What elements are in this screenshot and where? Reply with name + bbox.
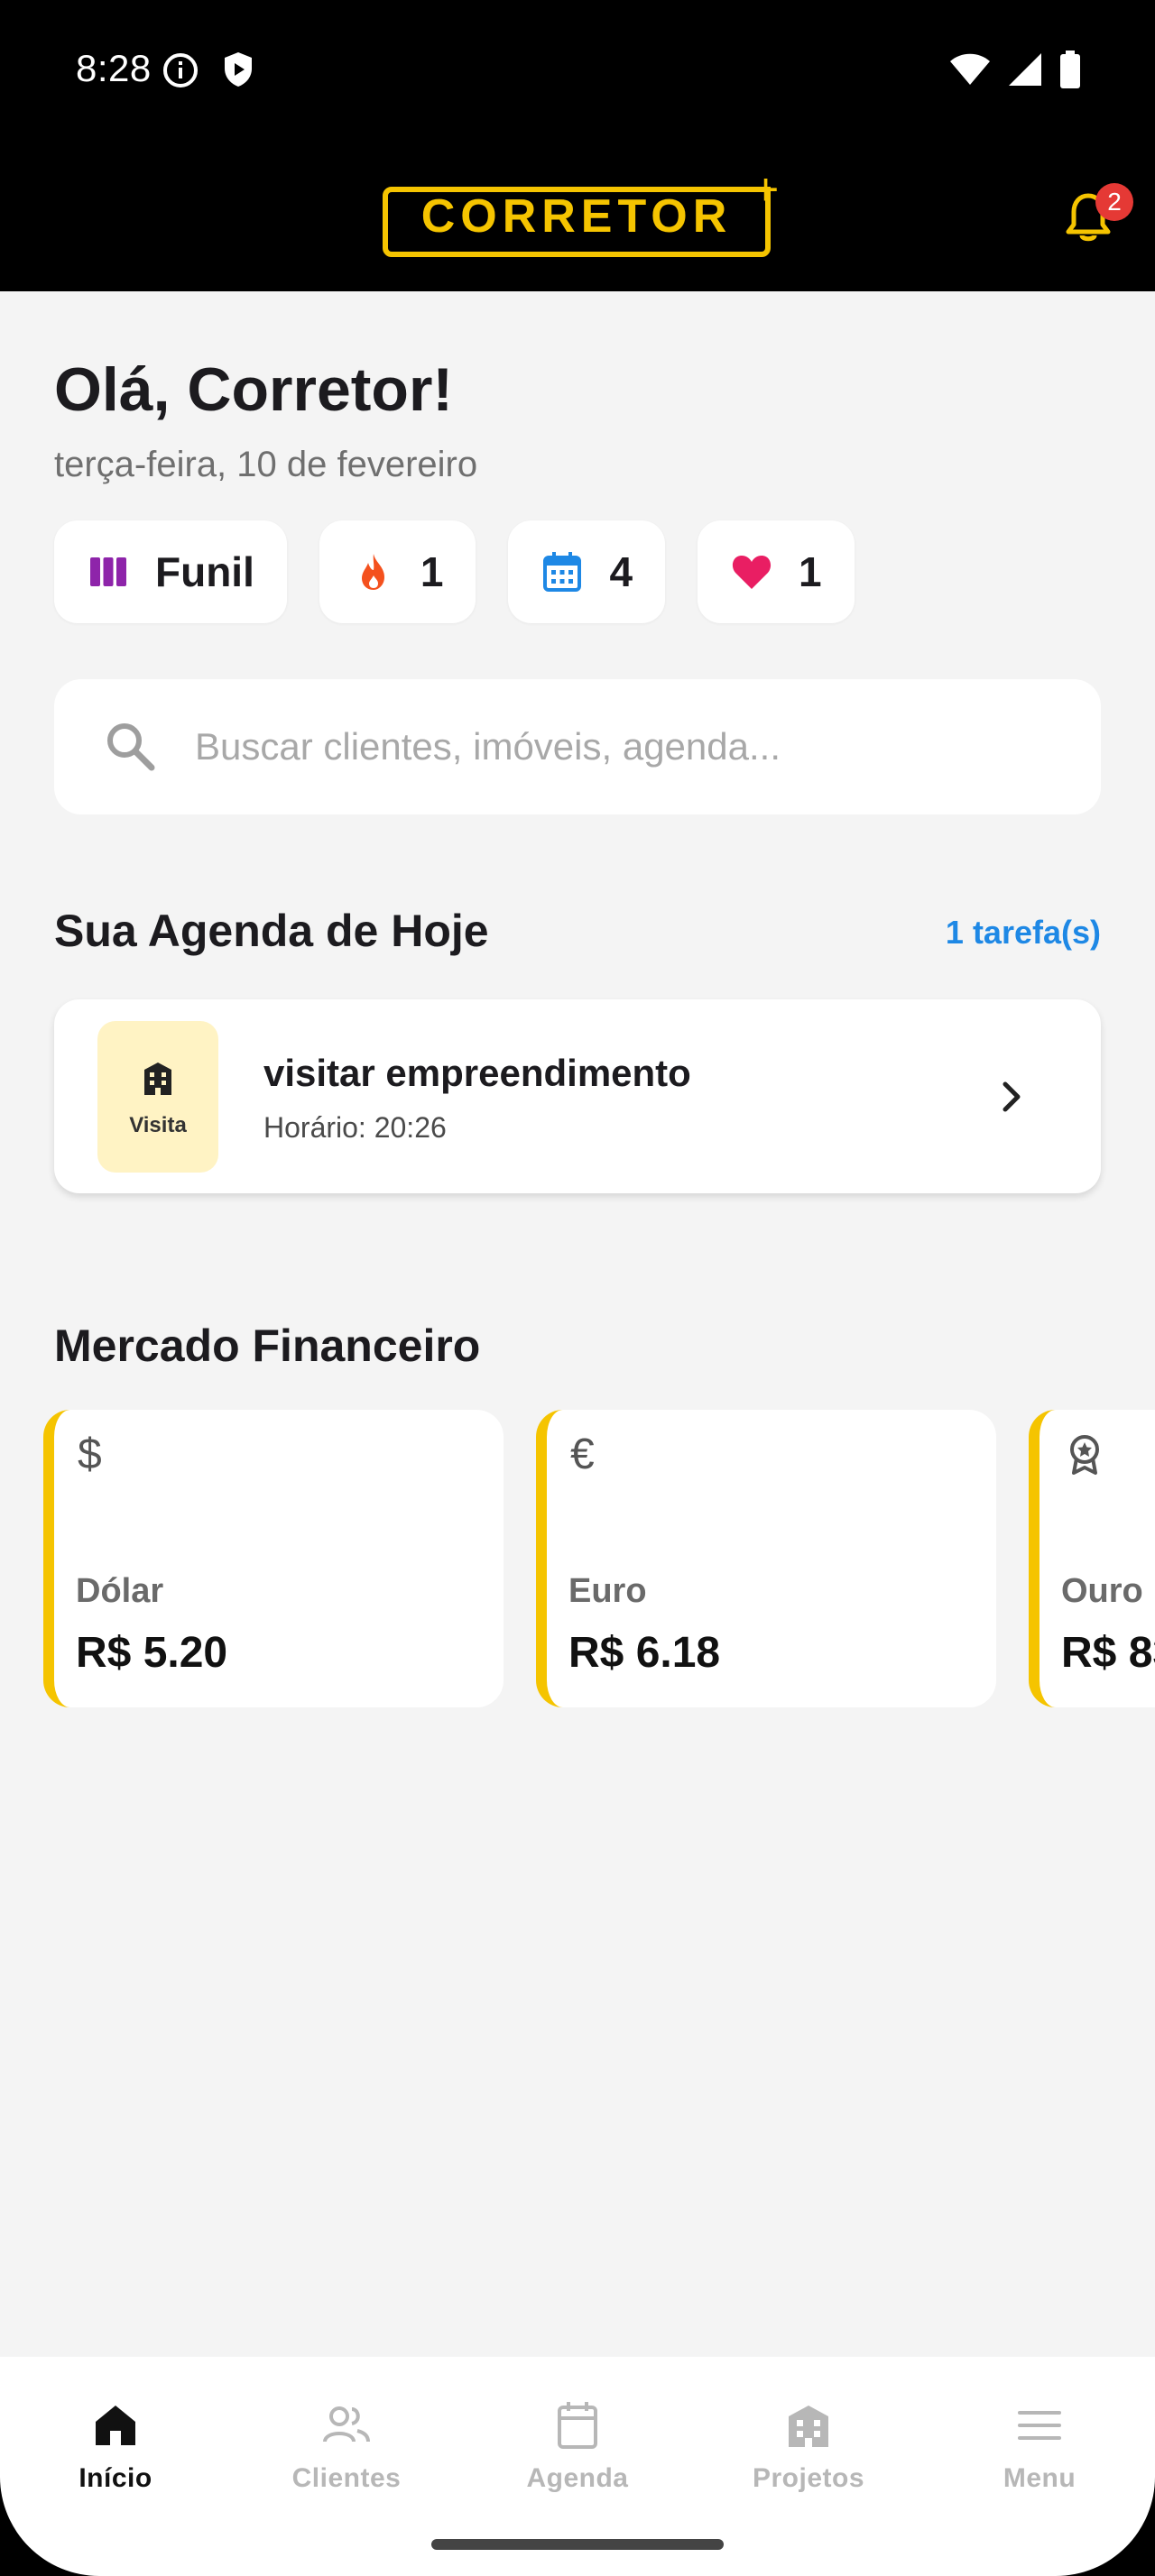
hot-leads-chip[interactable]: 1 bbox=[319, 520, 476, 623]
market-carousel[interactable]: $ Dólar R$ 5.20 € Euro R$ 6.18 Ouro R$ 8… bbox=[43, 1410, 1155, 1716]
info-icon bbox=[163, 53, 198, 87]
heart-icon bbox=[732, 556, 772, 589]
nav-item-projetos[interactable]: Projetos bbox=[693, 2384, 924, 2510]
funnel-chip-label: Funil bbox=[155, 548, 254, 595]
medal-icon bbox=[1070, 1435, 1099, 1475]
chevron-right-icon bbox=[1003, 1081, 1021, 1112]
nav-label: Agenda bbox=[526, 2463, 629, 2493]
building-icon bbox=[144, 1063, 171, 1095]
hamburger-menu-icon bbox=[1018, 2411, 1061, 2440]
market-card-label: Ouro bbox=[1061, 1572, 1143, 1610]
status-bar: 8:28 bbox=[0, 0, 1155, 140]
dollar-icon: $ bbox=[78, 1431, 102, 1478]
funnel-columns-icon bbox=[90, 557, 126, 586]
nav-item-clientes[interactable]: Clientes bbox=[231, 2384, 462, 2510]
fire-icon bbox=[361, 554, 384, 590]
logo-plus: + bbox=[753, 164, 780, 215]
notifications-badge: 2 bbox=[1095, 183, 1133, 221]
market-card-gold[interactable]: Ouro R$ 83 bbox=[1029, 1410, 1155, 1707]
nav-item-inicio[interactable]: Início bbox=[0, 2384, 231, 2510]
home-content: Olá, Corretor! terça-feira, 10 de fevere… bbox=[0, 291, 1155, 2357]
shield-icon bbox=[225, 52, 252, 87]
task-type-badge: Visita bbox=[97, 1021, 218, 1173]
nav-label: Projetos bbox=[752, 2463, 865, 2493]
home-icon bbox=[96, 2406, 135, 2445]
status-time: 8:28 bbox=[76, 47, 152, 89]
agenda-section-title: Sua Agenda de Hoje bbox=[54, 906, 489, 956]
gesture-handle[interactable] bbox=[431, 2539, 724, 2550]
quick-chips: Funil 1 4 1 bbox=[54, 520, 855, 623]
status-indicators bbox=[949, 51, 1081, 88]
market-card-value: R$ 5.20 bbox=[76, 1629, 228, 1677]
hot-leads-count: 1 bbox=[420, 548, 444, 595]
nav-label: Início bbox=[79, 2463, 152, 2493]
search-icon bbox=[107, 723, 155, 771]
signal-icon bbox=[1009, 53, 1041, 86]
battery-icon bbox=[1060, 51, 1080, 88]
app-header: CORRETOR + 2 bbox=[0, 140, 1155, 291]
market-card-dollar[interactable]: $ Dólar R$ 5.20 bbox=[43, 1410, 504, 1707]
calendar-outline-icon bbox=[558, 2402, 597, 2449]
calendar-count: 4 bbox=[609, 548, 633, 595]
nav-label: Clientes bbox=[291, 2463, 402, 2493]
current-date: terça-feira, 10 de fevereiro bbox=[54, 445, 478, 484]
nav-item-agenda[interactable]: Agenda bbox=[462, 2384, 693, 2510]
market-card-label: Euro bbox=[568, 1572, 647, 1610]
market-card-value: R$ 6.18 bbox=[568, 1629, 721, 1677]
nav-item-menu[interactable]: Menu bbox=[924, 2384, 1155, 2510]
people-icon bbox=[323, 2406, 370, 2443]
task-title: visitar empreendimento bbox=[263, 1052, 691, 1094]
favorites-chip[interactable]: 1 bbox=[698, 520, 855, 623]
task-type-label: Visita bbox=[129, 1113, 187, 1137]
app-logo: CORRETOR + bbox=[383, 167, 780, 259]
favorites-count: 1 bbox=[799, 548, 822, 595]
calendar-chip[interactable]: 4 bbox=[508, 520, 666, 623]
bottom-nav-panel: Início Clientes Agenda Projetos Menu bbox=[0, 2357, 1155, 2576]
task-time: Horário: 20:26 bbox=[263, 1111, 447, 1144]
logo-text: CORRETOR bbox=[420, 190, 733, 243]
calendar-icon bbox=[543, 552, 582, 592]
agenda-task-count[interactable]: 1 tarefa(s) bbox=[946, 914, 1101, 952]
building-outline-icon bbox=[789, 2406, 828, 2447]
search-input[interactable] bbox=[195, 679, 1061, 814]
market-section-title: Mercado Financeiro bbox=[54, 1320, 481, 1371]
euro-icon: € bbox=[570, 1431, 595, 1478]
wifi-icon bbox=[950, 53, 990, 85]
market-card-euro[interactable]: € Euro R$ 6.18 bbox=[536, 1410, 996, 1707]
market-card-value: R$ 83 bbox=[1061, 1629, 1155, 1677]
funnel-chip[interactable]: Funil bbox=[54, 520, 287, 623]
search-bar[interactable] bbox=[54, 679, 1101, 814]
market-card-label: Dólar bbox=[76, 1572, 164, 1610]
bottom-navigation: Início Clientes Agenda Projetos Menu bbox=[0, 2357, 1155, 2576]
agenda-task-card[interactable]: Visita visitar empreendimento Horário: 2… bbox=[54, 999, 1101, 1193]
greeting-title: Olá, Corretor! bbox=[54, 355, 454, 424]
nav-label: Menu bbox=[1003, 2463, 1076, 2493]
